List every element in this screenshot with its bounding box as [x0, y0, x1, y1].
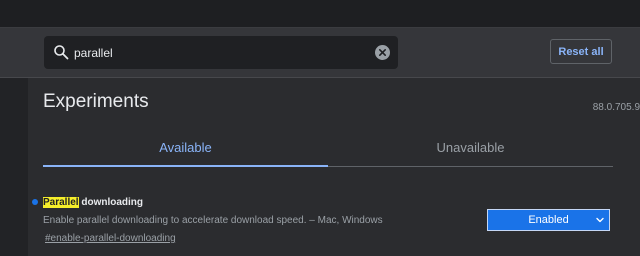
experiment-state-select[interactable]: Enabled [487, 209, 610, 231]
experiment-title: Parallel downloading [43, 197, 143, 208]
tab-unavailable[interactable]: Unavailable [328, 138, 613, 166]
experiment-item: Parallel downloading Enable parallel dow… [32, 195, 632, 255]
reset-all-button[interactable]: Reset all [550, 39, 612, 64]
tab-unavailable-label: Unavailable [436, 140, 505, 155]
main-content: Experiments 88.0.705.9 Available Unavail… [28, 78, 640, 256]
version-label: 88.0.705.9 [592, 102, 640, 113]
left-gutter [0, 78, 28, 256]
active-tab-indicator [43, 165, 328, 167]
experiment-title-rest: downloading [78, 197, 144, 208]
clear-icon[interactable] [375, 45, 390, 60]
tab-available[interactable]: Available [43, 138, 328, 167]
experiment-permalink[interactable]: #enable-parallel-downloading [45, 233, 176, 244]
search-box[interactable] [44, 36, 398, 69]
tab-bar: Available Unavailable [43, 138, 613, 167]
toolbar: Reset all [0, 28, 640, 78]
title-bar [0, 0, 640, 28]
search-icon [54, 45, 69, 60]
page-title: Experiments [43, 91, 149, 112]
flags-page: Reset all Experiments 88.0.705.9 Availab… [0, 0, 640, 256]
search-input[interactable] [74, 36, 364, 69]
experiment-description: Enable parallel downloading to accelerat… [43, 215, 383, 226]
chevron-down-icon [596, 217, 604, 223]
tab-available-label: Available [159, 140, 212, 155]
modified-dot-icon [32, 199, 38, 205]
experiment-state-value: Enabled [528, 214, 569, 226]
search-match-highlight: Parallel [43, 197, 79, 208]
